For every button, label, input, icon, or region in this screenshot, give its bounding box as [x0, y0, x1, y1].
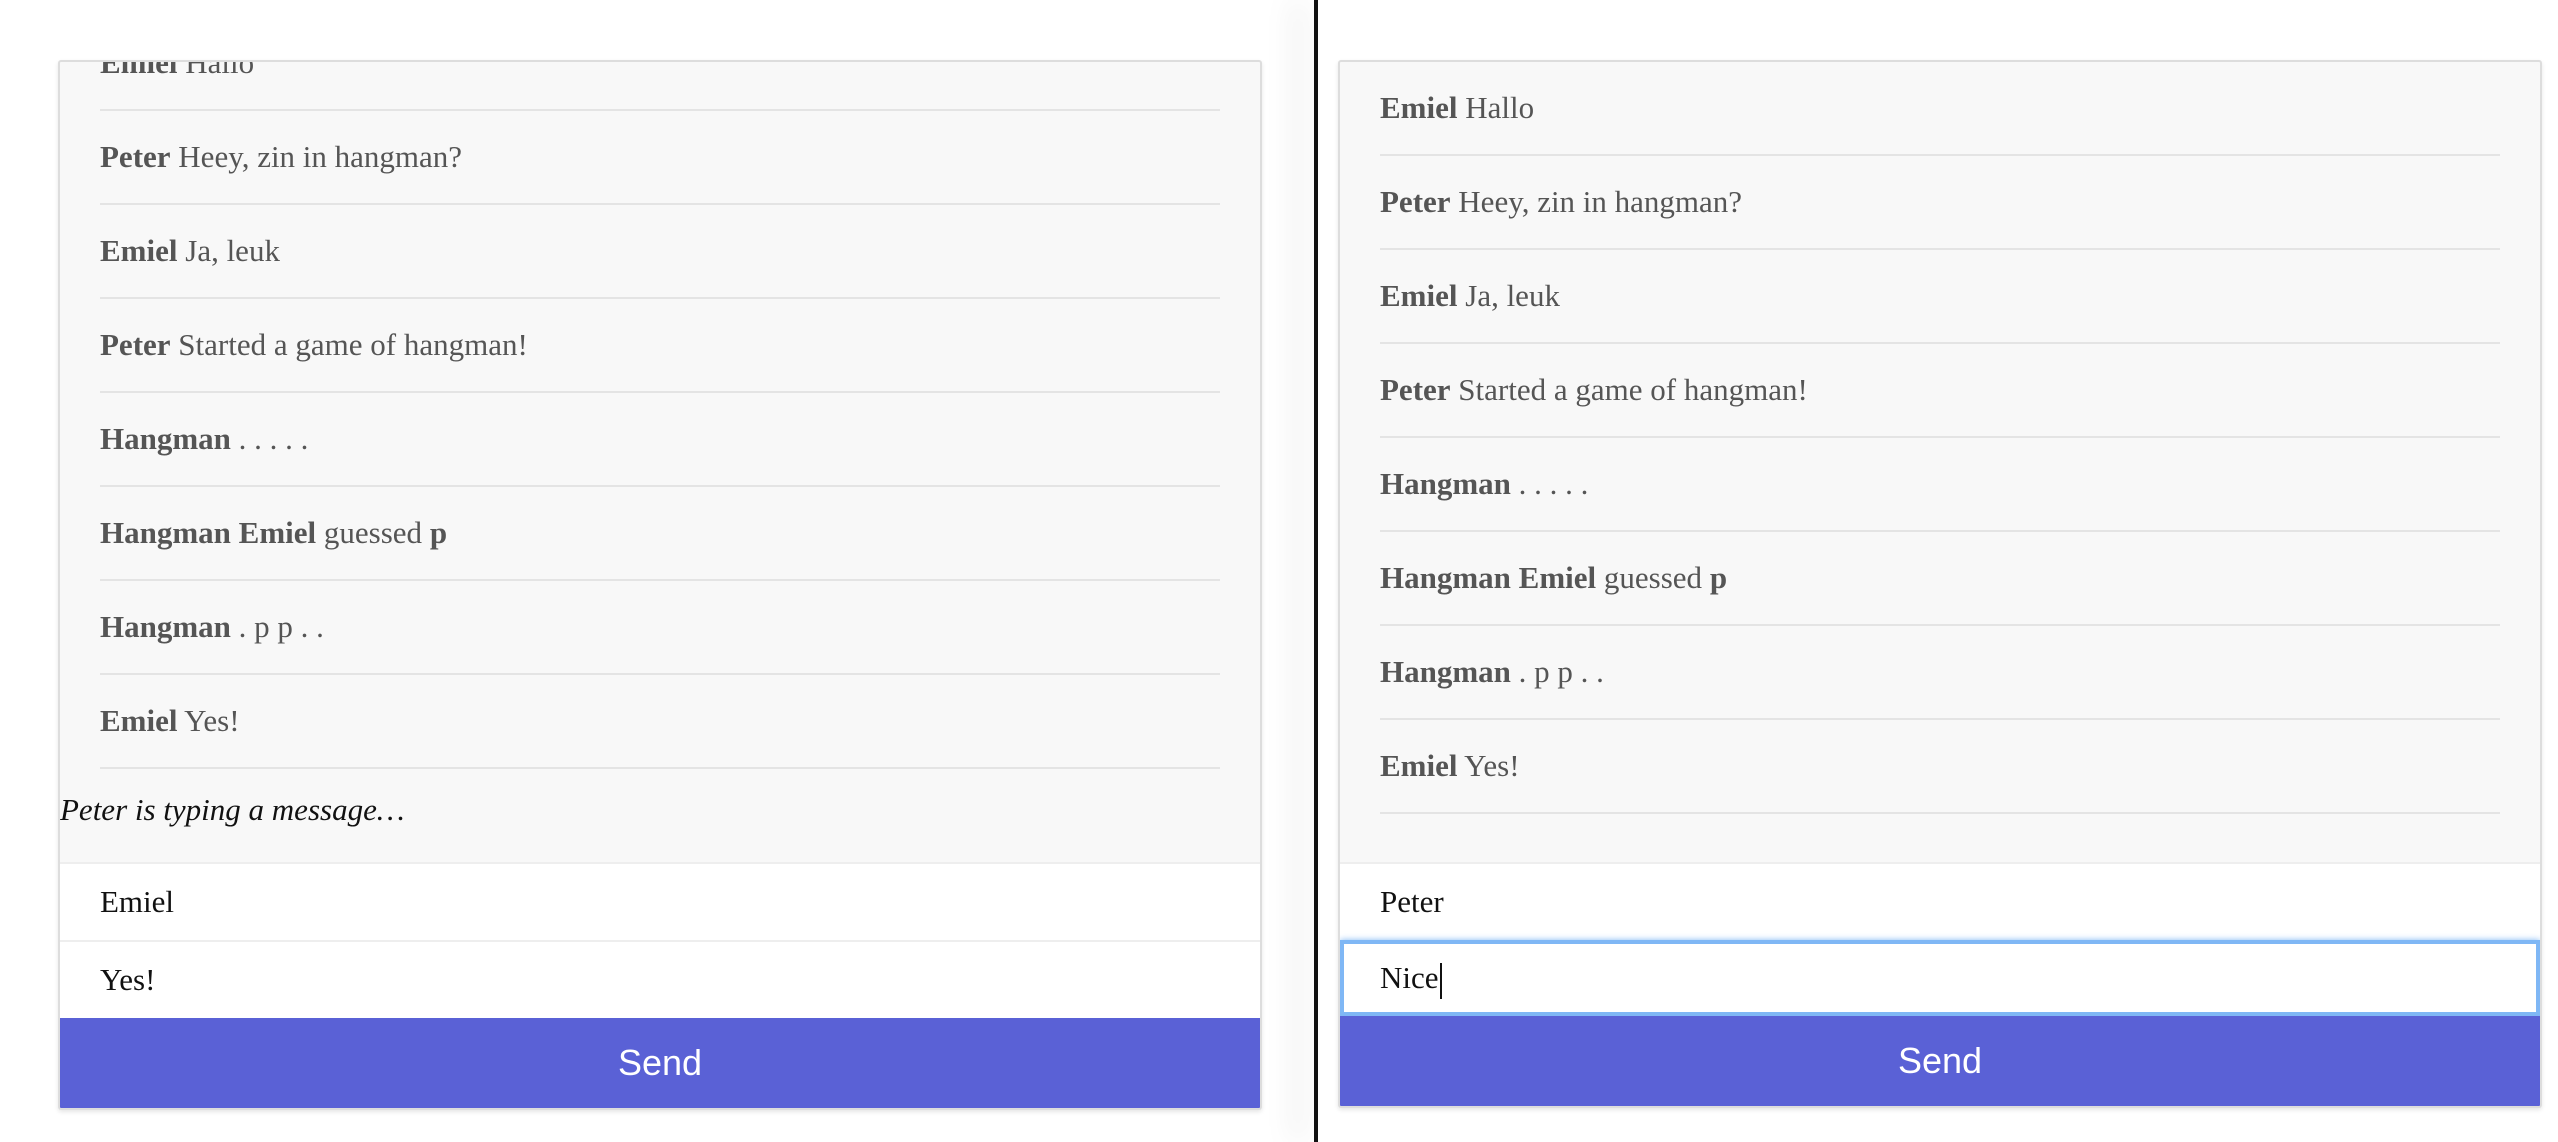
message-item: Emiel Ja, leuk — [100, 205, 1220, 299]
message-list: Emiel Hallo Peter Heey, zin in hangman? … — [60, 62, 1260, 769]
text-cursor — [1439, 962, 1442, 999]
send-button[interactable]: Send — [60, 1018, 1260, 1108]
message-author: Emiel — [100, 62, 178, 80]
message-author: Hangman Emiel — [1380, 560, 1597, 595]
message-input[interactable]: Nice — [1340, 940, 2540, 1016]
message-text: Yes! — [1464, 748, 1520, 783]
message-text: Ja, leuk — [1465, 278, 1560, 313]
left-chat-window: Emiel Hallo Peter Heey, zin in hangman? … — [0, 0, 1314, 1142]
guessed-letter: p — [1709, 560, 1728, 595]
message-author: Peter — [100, 139, 171, 174]
message-text: guessed — [323, 515, 423, 550]
message-text: Heey, zin in hangman? — [178, 139, 463, 174]
message-author: Peter — [100, 327, 171, 362]
name-input[interactable]: Peter — [1340, 862, 2540, 940]
message-author: Hangman — [1380, 654, 1511, 689]
message-item: Emiel Yes! — [100, 675, 1220, 769]
right-chat-window: Emiel Hallo Peter Heey, zin in hangman? … — [1318, 0, 2558, 1142]
name-input[interactable]: Emiel — [60, 862, 1260, 940]
message-author: Emiel — [1380, 90, 1458, 125]
message-author: Emiel — [100, 233, 178, 268]
message-item: Emiel Hallo — [100, 62, 1220, 111]
message-text: Started a game of hangman! — [178, 327, 528, 362]
message-text: Heey, zin in hangman? — [1458, 184, 1743, 219]
message-item: Hangman . p p . . — [1380, 626, 2500, 720]
message-text: . p p . . — [238, 609, 324, 644]
message-item: Hangman . p p . . — [100, 581, 1220, 675]
message-text: . p p . . — [1518, 654, 1604, 689]
message-area[interactable]: Emiel Hallo Peter Heey, zin in hangman? … — [60, 62, 1260, 862]
message-text: Hallo — [1465, 90, 1535, 125]
message-item: Hangman . . . . . — [1380, 438, 2500, 532]
message-author: Hangman Emiel — [100, 515, 317, 550]
message-input-value: Nice — [1380, 960, 1439, 995]
message-author: Peter — [1380, 372, 1451, 407]
message-author: Emiel — [1380, 748, 1458, 783]
message-item: Peter Started a game of hangman! — [100, 299, 1220, 393]
message-item: Peter Started a game of hangman! — [1380, 344, 2500, 438]
message-item: Hangman Emiel guessed p — [100, 487, 1220, 581]
message-text: Started a game of hangman! — [1458, 372, 1808, 407]
message-area[interactable]: Emiel Hallo Peter Heey, zin in hangman? … — [1340, 62, 2540, 862]
message-text: Ja, leuk — [185, 233, 280, 268]
message-author: Peter — [1380, 184, 1451, 219]
message-author: Emiel — [1380, 278, 1458, 313]
message-author: Emiel — [100, 703, 178, 738]
typing-indicator: Peter is typing a message… — [60, 792, 405, 827]
message-author: Hangman — [1380, 466, 1511, 501]
chat-panel: Emiel Hallo Peter Heey, zin in hangman? … — [58, 60, 1262, 1110]
message-author: Hangman — [100, 609, 231, 644]
send-button[interactable]: Send — [1340, 1016, 2540, 1106]
guessed-letter: p — [429, 515, 448, 550]
chat-panel: Emiel Hallo Peter Heey, zin in hangman? … — [1338, 60, 2542, 1108]
message-item: Hangman . . . . . — [100, 393, 1220, 487]
message-item: Peter Heey, zin in hangman? — [1380, 156, 2500, 250]
message-text: . . . . . — [1518, 466, 1589, 501]
message-text: Hallo — [185, 62, 255, 80]
message-input[interactable]: Yes! — [60, 940, 1260, 1018]
message-item: Emiel Hallo — [1380, 62, 2500, 156]
message-item: Emiel Yes! — [1380, 720, 2500, 814]
message-text: guessed — [1603, 560, 1703, 595]
message-item: Peter Heey, zin in hangman? — [100, 111, 1220, 205]
message-item: Hangman Emiel guessed p — [1380, 532, 2500, 626]
message-author: Hangman — [100, 421, 231, 456]
message-item: Emiel Ja, leuk — [1380, 250, 2500, 344]
message-list: Emiel Hallo Peter Heey, zin in hangman? … — [1340, 62, 2540, 814]
message-text: Yes! — [184, 703, 240, 738]
message-text: . . . . . — [238, 421, 309, 456]
